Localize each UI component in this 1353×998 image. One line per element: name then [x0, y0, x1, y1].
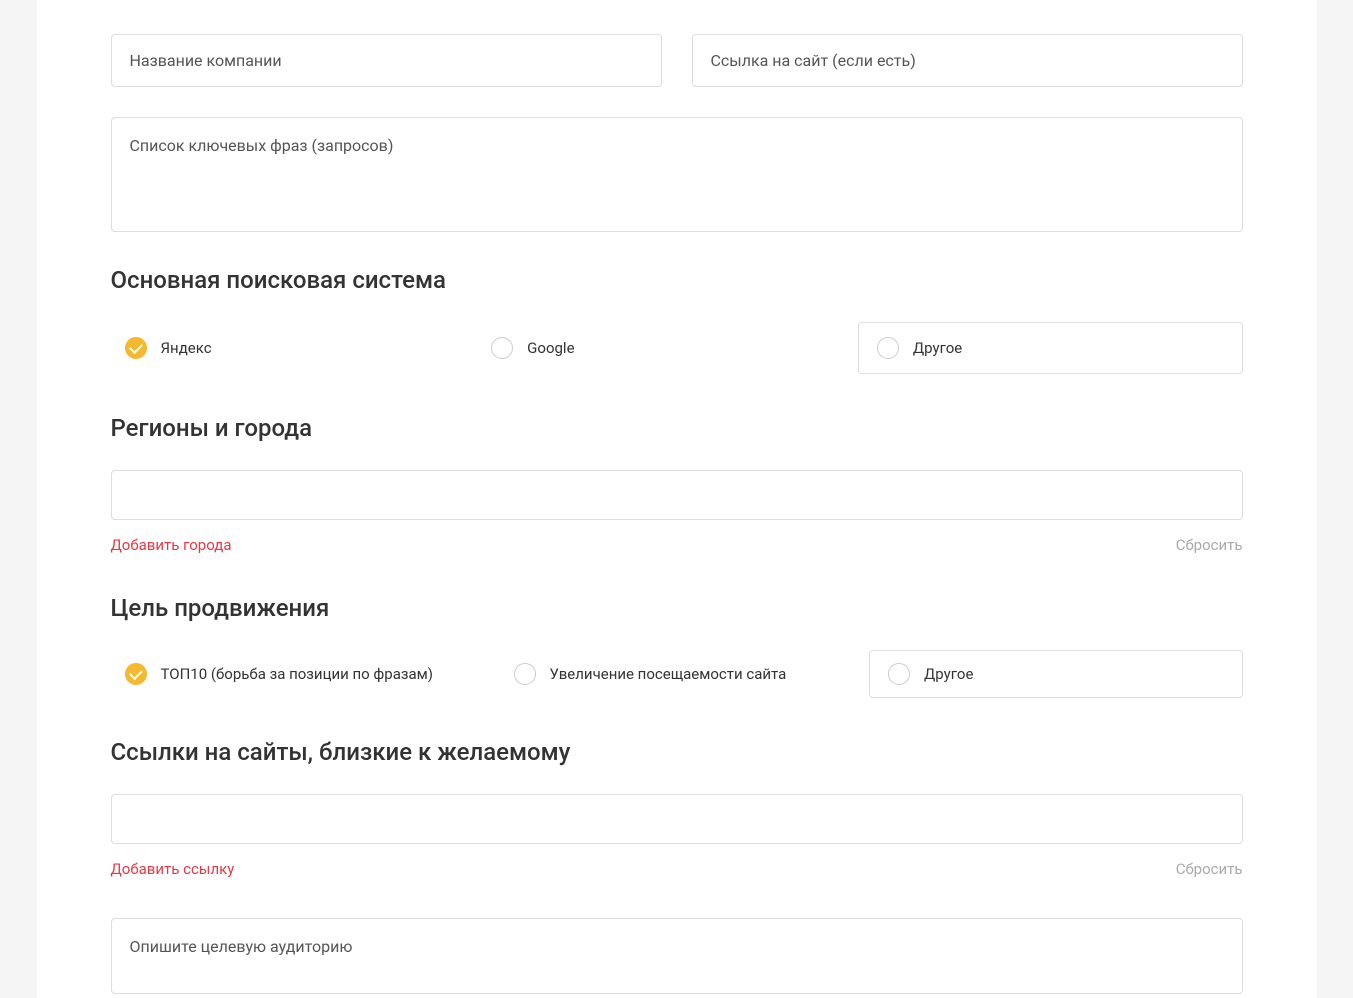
similar-sites-actions: Добавить ссылку Сбросить: [111, 860, 1243, 878]
radio-google-label: Google: [527, 339, 574, 357]
radio-traffic[interactable]: Увеличение посещаемости сайта: [514, 663, 849, 685]
search-engine-options: Яндекс Google Другое: [111, 322, 1243, 374]
radio-checked-icon: [125, 663, 147, 685]
regions-actions: Добавить города Сбросить: [111, 536, 1243, 554]
reset-link-link[interactable]: Сбросить: [1176, 860, 1243, 878]
regions-input[interactable]: [111, 470, 1243, 520]
regions-title: Регионы и города: [111, 414, 1243, 442]
company-row: [111, 34, 1243, 87]
search-engine-title: Основная поисковая система: [111, 266, 1243, 294]
radio-checked-icon: [125, 337, 147, 359]
radio-unchecked-icon: [514, 663, 536, 685]
radio-unchecked-icon: [888, 663, 910, 685]
radio-other-search[interactable]: Другое: [858, 322, 1243, 374]
company-input[interactable]: [111, 34, 662, 87]
radio-other-goal-label: Другое: [924, 665, 973, 683]
audience-textarea[interactable]: [111, 918, 1243, 994]
form-page: Основная поисковая система Яндекс Google…: [37, 0, 1317, 998]
radio-traffic-label: Увеличение посещаемости сайта: [550, 665, 787, 683]
reset-cities-link[interactable]: Сбросить: [1176, 536, 1243, 554]
radio-yandex[interactable]: Яндекс: [111, 337, 472, 359]
radio-other-search-label: Другое: [913, 339, 962, 357]
keywords-textarea[interactable]: [111, 117, 1243, 232]
radio-unchecked-icon: [491, 337, 513, 359]
website-input[interactable]: [692, 34, 1243, 87]
add-link-link[interactable]: Добавить ссылку: [111, 860, 235, 878]
radio-other-goal[interactable]: Другое: [869, 650, 1242, 698]
goal-title: Цель продвижения: [111, 594, 1243, 622]
similar-sites-title: Ссылки на сайты, близкие к желаемому: [111, 738, 1243, 766]
radio-top10[interactable]: ТОП10 (борьба за позиции по фразам): [111, 663, 494, 685]
similar-sites-input[interactable]: [111, 794, 1243, 844]
radio-google[interactable]: Google: [491, 337, 838, 359]
radio-yandex-label: Яндекс: [161, 339, 212, 357]
goal-options: ТОП10 (борьба за позиции по фразам) Увел…: [111, 650, 1243, 698]
radio-top10-label: ТОП10 (борьба за позиции по фразам): [161, 665, 434, 683]
add-cities-link[interactable]: Добавить города: [111, 536, 232, 554]
radio-unchecked-icon: [877, 337, 899, 359]
